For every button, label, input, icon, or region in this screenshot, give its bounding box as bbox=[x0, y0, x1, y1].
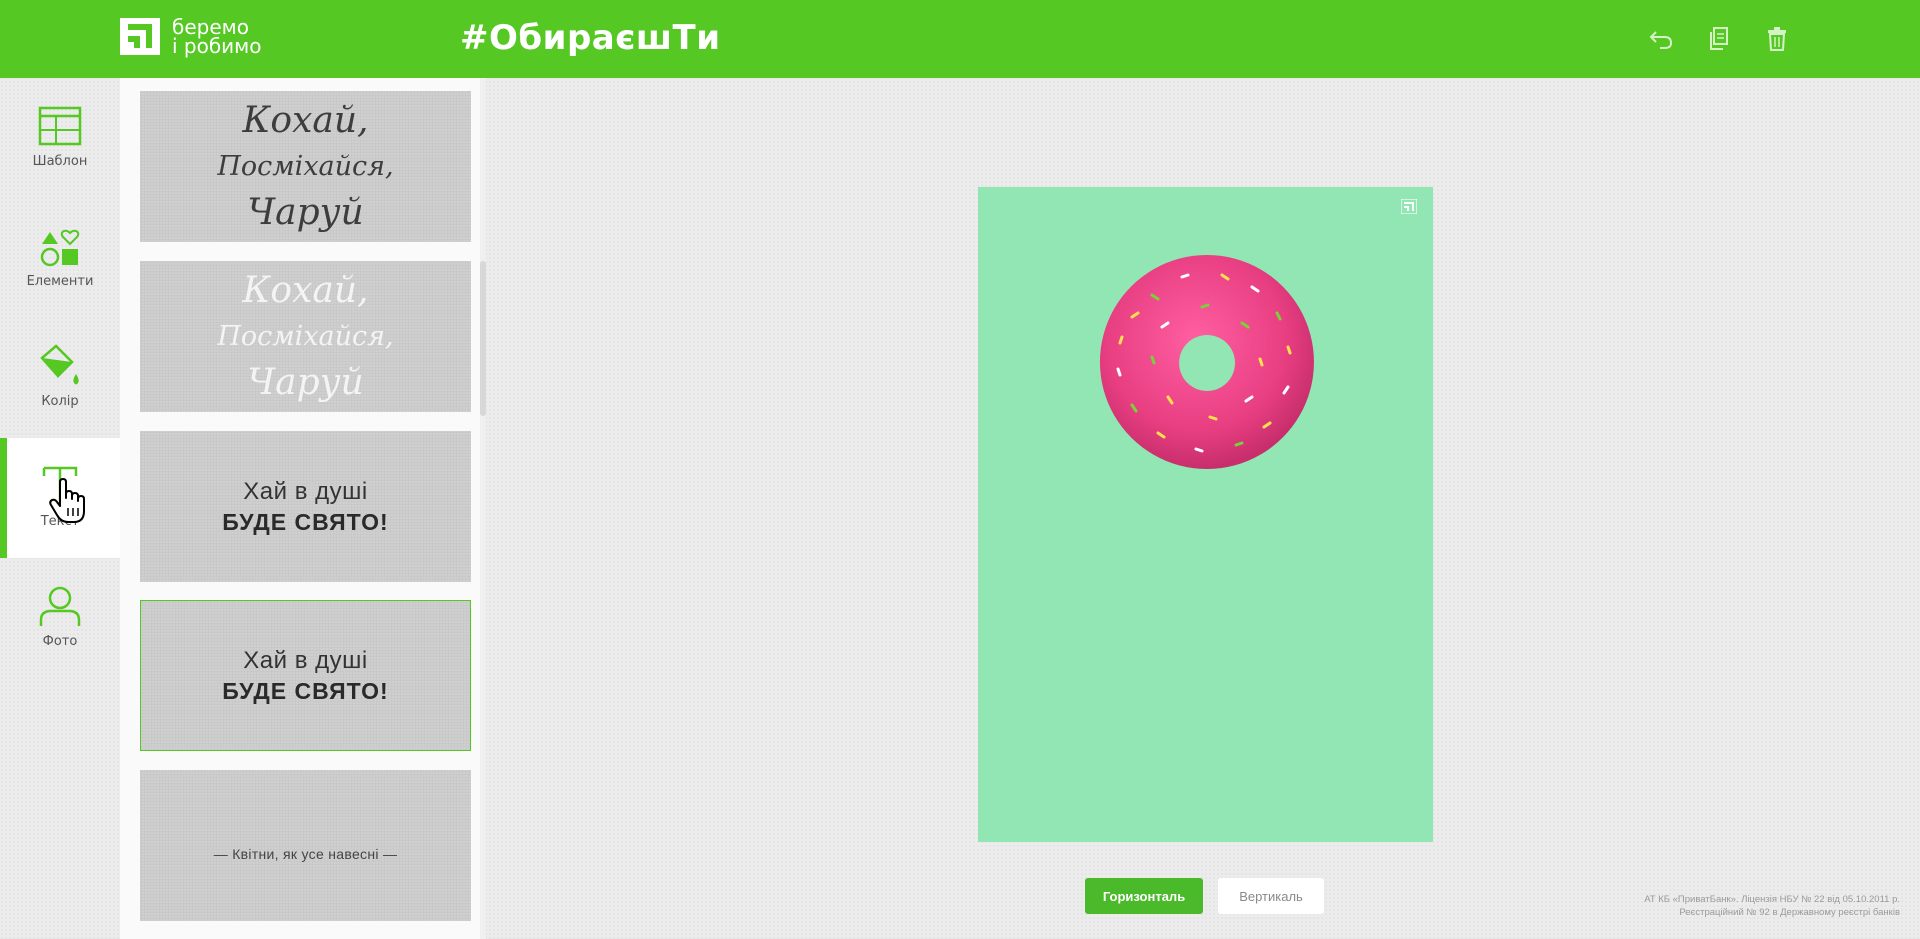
template-line: Чаруй bbox=[247, 361, 364, 403]
text-template-card[interactable]: — Квітни, як усе навесні — bbox=[140, 770, 471, 921]
text-template-card[interactable]: Кохай, Посміхайся, Чаруй bbox=[140, 91, 471, 242]
app-header: беремо і робимо #ОбираєшТи bbox=[0, 0, 1920, 78]
template-line: Чаруй bbox=[247, 191, 364, 233]
undo-icon bbox=[1649, 31, 1673, 49]
legal-line-2: Реєстраційний № 92 в Державному реєстрі … bbox=[1679, 907, 1900, 918]
template-line: Хай в душі bbox=[243, 646, 368, 674]
text-templates-panel: Кохай, Посміхайся, Чаруй Кохай, Посміхай… bbox=[120, 78, 486, 939]
canvas-logo-icon bbox=[1401, 199, 1417, 214]
horizontal-orientation-button[interactable]: Горизонталь bbox=[1085, 878, 1203, 914]
legal-notice: АТ КБ «ПриватБанк». Ліцензія НБУ № 22 ві… bbox=[1644, 893, 1900, 919]
rail-item-label: Фото bbox=[42, 634, 78, 649]
rail-item-label: Колір bbox=[41, 394, 79, 409]
rail-item-photo[interactable]: Фото bbox=[0, 558, 120, 678]
donut-image[interactable] bbox=[1092, 247, 1322, 477]
header-actions bbox=[1646, 24, 1792, 54]
campaign-hashtag: #ОбираєшТи bbox=[460, 18, 721, 58]
template-line: Кохай, bbox=[242, 99, 369, 141]
logo-text: беремо і робимо bbox=[172, 17, 262, 58]
text-template-card[interactable]: Кохай, Посміхайся, Чаруй bbox=[140, 261, 471, 412]
elements-icon bbox=[40, 229, 80, 267]
copy-icon bbox=[1710, 27, 1728, 50]
hand-cursor-icon bbox=[49, 478, 85, 523]
undo-button[interactable] bbox=[1646, 24, 1676, 54]
template-line: Посміхайся, bbox=[217, 150, 394, 182]
paint-bucket-icon bbox=[40, 344, 79, 385]
copy-button[interactable] bbox=[1704, 24, 1734, 54]
scrollbar-thumb[interactable] bbox=[480, 261, 486, 416]
user-photo-icon bbox=[39, 586, 81, 626]
template-line: БУДЕ СВЯТО! bbox=[222, 508, 389, 535]
text-template-card-selected[interactable]: Хай в душі БУДЕ СВЯТО! bbox=[140, 600, 471, 751]
trash-icon bbox=[1768, 27, 1786, 51]
brand-logo[interactable]: беремо і робимо bbox=[120, 17, 262, 58]
template-line: Кохай, bbox=[242, 269, 369, 311]
template-line: Посміхайся, bbox=[217, 320, 394, 352]
rail-item-label: Елементи bbox=[26, 274, 94, 289]
panel-scrollbar[interactable] bbox=[480, 78, 486, 939]
design-canvas[interactable] bbox=[978, 187, 1433, 842]
template-icon bbox=[38, 106, 82, 146]
template-line: БУДЕ СВЯТО! bbox=[222, 677, 389, 704]
logo-line-2: і робимо bbox=[172, 34, 262, 58]
text-template-card[interactable]: Хай в душі БУДЕ СВЯТО! bbox=[140, 431, 471, 582]
rail-item-template[interactable]: Шаблон bbox=[0, 78, 120, 198]
rail-item-elements[interactable]: Елементи bbox=[0, 198, 120, 318]
privatbank-logo-icon bbox=[120, 18, 160, 55]
template-line: — Квітни, як усе навесні — bbox=[213, 846, 398, 862]
template-line: Хай в душі bbox=[243, 477, 368, 505]
rail-item-color[interactable]: Колір bbox=[0, 318, 120, 438]
legal-line-1: АТ КБ «ПриватБанк». Ліцензія НБУ № 22 ві… bbox=[1644, 894, 1900, 905]
delete-button[interactable] bbox=[1762, 24, 1792, 54]
vertical-orientation-button[interactable]: Вертикаль bbox=[1218, 878, 1324, 914]
rail-item-label: Шаблон bbox=[32, 154, 88, 169]
